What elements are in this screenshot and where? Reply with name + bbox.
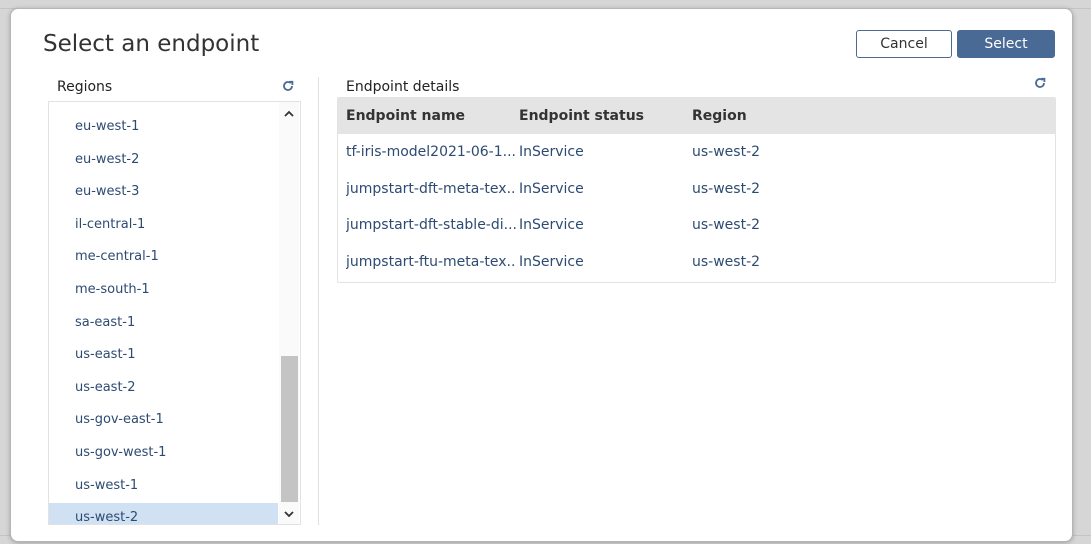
region-item[interactable]: us-gov-east-1 xyxy=(49,405,278,435)
cancel-button[interactable]: Cancel xyxy=(856,30,952,58)
table-row[interactable]: tf-iris-model2021-06-1... InService us-wes… xyxy=(338,134,1055,170)
refresh-icon[interactable] xyxy=(1033,76,1047,90)
cell-region: us-west-2 xyxy=(692,217,761,233)
table-row[interactable]: jumpstart-ftu-meta-tex... InService us-wes… xyxy=(338,244,1055,280)
table-row[interactable]: jumpstart-dft-meta-tex... InService us-wes… xyxy=(338,171,1055,207)
scroll-down-icon[interactable] xyxy=(279,506,299,522)
region-item[interactable]: eu-west-1 xyxy=(49,112,278,142)
cell-region: us-west-2 xyxy=(692,144,761,160)
column-header-status[interactable]: Endpoint status xyxy=(519,98,644,134)
regions-label: Regions xyxy=(57,79,113,95)
table-row[interactable]: jumpstart-dft-stable-di... InService us-we… xyxy=(338,207,1055,243)
cell-status: InService xyxy=(519,144,584,160)
region-item[interactable]: us-west-2 xyxy=(49,503,278,524)
region-item[interactable]: us-gov-west-1 xyxy=(49,438,278,468)
cell-name: jumpstart-dft-meta-tex... xyxy=(346,180,516,197)
cell-name: jumpstart-dft-stable-di... xyxy=(346,217,516,233)
region-item[interactable]: us-east-1 xyxy=(49,340,278,370)
select-button[interactable]: Select xyxy=(957,30,1055,58)
region-item[interactable]: il-central-1 xyxy=(49,210,278,240)
cell-name: jumpstart-ftu-meta-tex... xyxy=(346,253,516,270)
region-item[interactable]: me-central-1 xyxy=(49,242,278,272)
cell-region: us-west-2 xyxy=(692,253,761,270)
column-header-name[interactable]: Endpoint name xyxy=(346,98,465,134)
column-header-region[interactable]: Region xyxy=(692,98,747,134)
endpoint-table: Endpoint name Endpoint status Region tf-… xyxy=(337,97,1056,283)
select-endpoint-dialog: Select an endpoint Cancel Select Regions… xyxy=(10,8,1073,542)
panel-divider xyxy=(318,77,319,525)
dialog-title: Select an endpoint xyxy=(43,31,260,57)
scrollbar[interactable] xyxy=(279,102,299,524)
region-item[interactable]: me-south-1 xyxy=(49,275,278,305)
region-item[interactable]: us-east-2 xyxy=(49,373,278,403)
region-item[interactable]: us-west-1 xyxy=(49,471,278,501)
cell-name: tf-iris-model2021-06-1... xyxy=(346,144,516,160)
refresh-icon[interactable] xyxy=(281,79,295,93)
region-item[interactable]: sa-east-1 xyxy=(49,308,278,338)
scroll-up-icon[interactable] xyxy=(279,106,299,122)
cell-status: InService xyxy=(519,253,584,270)
cell-region: us-west-2 xyxy=(692,180,761,197)
scroll-thumb[interactable] xyxy=(281,356,298,502)
region-item[interactable]: eu-west-2 xyxy=(49,145,278,175)
endpoint-details-label: Endpoint details xyxy=(346,79,460,95)
table-header: Endpoint name Endpoint status Region xyxy=(338,98,1055,134)
regions-list[interactable]: eu-west-1 eu-west-2 eu-west-3 il-central-1 m… xyxy=(48,101,301,525)
cell-status: InService xyxy=(519,180,584,197)
region-item[interactable]: eu-west-3 xyxy=(49,177,278,207)
cell-status: InService xyxy=(519,217,584,233)
